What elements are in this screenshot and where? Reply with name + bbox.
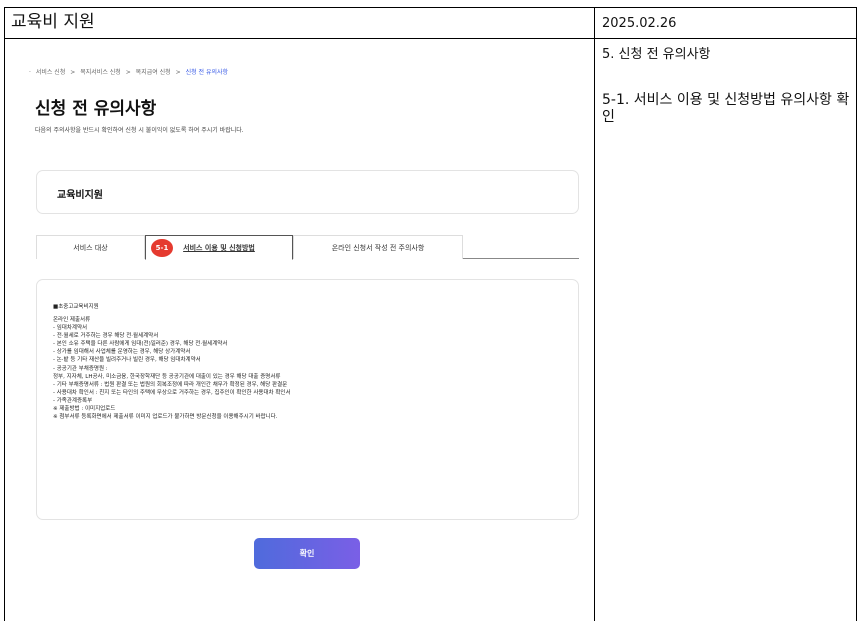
breadcrumb-bullet: · (29, 69, 31, 76)
document-frame: 교육비 지원 2025.02.26 5. 신청 전 유의사항 5-1. 서비스 … (4, 7, 857, 621)
document-title: 교육비 지원 (11, 12, 95, 32)
content-line: ※ 첨부서류 등록화면에서 제출서류 이미지 업로드가 불가하면 방문신청을 이… (53, 414, 278, 421)
breadcrumb: · 서비스 신청 > 복지서비스 신청 > 복지급여 신청 > 신청 전 유의사… (29, 67, 231, 76)
document-date: 2025.02.26 (602, 16, 677, 31)
content-line: - 상가를 임대해서 사업체를 운영하는 경우, 해당 상가계약서 (53, 349, 191, 356)
column-divider (594, 8, 595, 621)
content-line: ※ 제출방법 : 이미지업로드 (53, 406, 116, 413)
content-line: - 본인 소유 주택을 다른 사람에게 임대(전)일러준) 경우, 해당 전·월… (53, 341, 228, 348)
content-line: - 기타 부채증명서류 : 법원 판결 또는 법원의 회복조정에 따라 개인간 … (53, 381, 288, 388)
service-name: 교육비지원 (57, 190, 103, 201)
content-body: 온라인 제출서류 - 임대차계약서 - 전·월세로 거주하는 경우 해당 전·월… (53, 316, 291, 421)
page-description: 다음의 주의사항을 반드시 확인하여 신청 시 불이익이 없도록 하여 주시기 … (35, 127, 244, 134)
breadcrumb-separator: > (175, 69, 181, 76)
page-title: 신청 전 유의사항 (35, 99, 157, 119)
tab-service-target[interactable]: 서비스 대상 (36, 235, 145, 259)
section-heading: 5. 신청 전 유의사항 (602, 47, 711, 62)
tab-label: 서비스 대상 (73, 244, 108, 252)
confirm-button[interactable]: 확인 (254, 538, 360, 569)
content-line: - 공공기관 부채증명원 : (53, 365, 108, 372)
breadcrumb-current: 신청 전 유의사항 (185, 69, 229, 76)
tab-label: 온라인 신청서 작성 전 주의사항 (331, 244, 425, 252)
content-line: - 가족관계증록부 (53, 397, 93, 404)
content-line: 온라인 제출서류 (53, 317, 91, 323)
content-line: - 논·밭 등 기타 재산을 빌려주거나 빌린 경우, 해당 임대차계약서 (53, 357, 201, 364)
breadcrumb-separator: > (125, 69, 131, 76)
subsection-heading: 5-1. 서비스 이용 및 신청방법 유의사항 확인 (602, 92, 850, 125)
content-line: - 임대차계약서 (53, 325, 88, 332)
breadcrumb-item[interactable]: 복지서비스 신청 (80, 69, 121, 76)
breadcrumb-separator: > (70, 69, 76, 76)
tab-service-usage[interactable]: 5-1 서비스 이용 및 신청방법 (145, 235, 293, 260)
breadcrumb-item[interactable]: 서비스 신청 (36, 69, 66, 76)
tab-label: 서비스 이용 및 신청방법 (183, 244, 255, 252)
step-badge: 5-1 (151, 239, 173, 257)
content-card: ■초중고교육비지원 온라인 제출서류 - 임대차계약서 - 전·월세로 거주하는… (36, 279, 579, 520)
breadcrumb-item[interactable]: 복지급여 신청 (136, 69, 171, 76)
content-line: - 전·월세로 거주하는 경우 해당 전·월세계약서 (53, 333, 159, 340)
content-title: ■초중고교육비지원 (53, 304, 99, 310)
service-card: 교육비지원 (36, 170, 579, 214)
tab-online-notice[interactable]: 온라인 신청서 작성 전 주의사항 (293, 235, 463, 259)
content-line: 정부, 지자체, LH공사, 미소금융, 한국장학재단 등 공공기관에 대출이 … (53, 373, 281, 380)
content-line: - 사용대차 확인서 : 친지 또는 타인의 주택에 무상으로 거주하는 경우,… (53, 389, 291, 396)
header-row (5, 8, 856, 39)
